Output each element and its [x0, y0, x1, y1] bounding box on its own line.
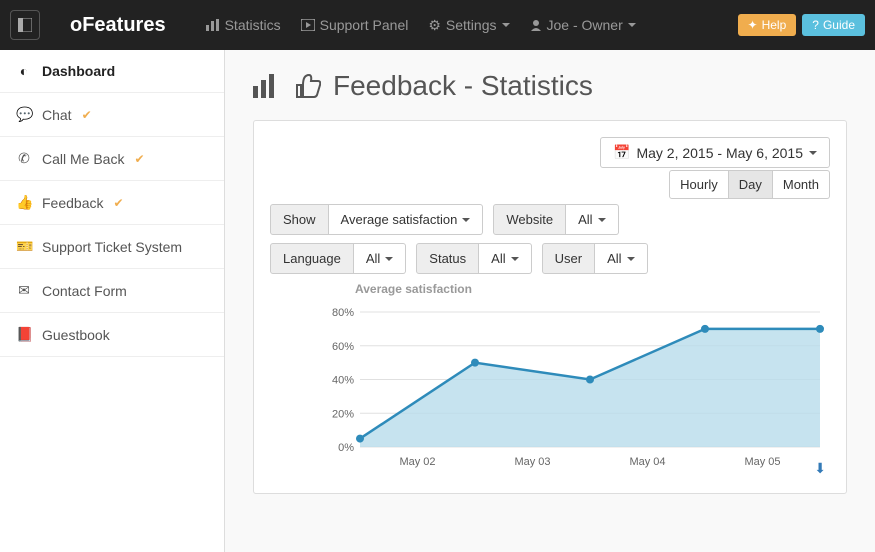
sidebar-item-dashboard[interactable]: ◐ Dashboard	[0, 50, 224, 93]
filter-row-2: Language All Status All User All	[270, 243, 830, 274]
filter-status-value[interactable]: All	[479, 243, 531, 274]
svg-text:20%: 20%	[332, 408, 354, 420]
sidebar-item-label: Contact Form	[42, 283, 127, 299]
svg-text:40%: 40%	[332, 375, 354, 387]
chat-icon: 💬	[16, 106, 32, 123]
help-button[interactable]: ✦Help	[738, 14, 797, 36]
svg-text:May 04: May 04	[629, 456, 665, 468]
calendar-icon: 📅	[613, 144, 630, 161]
ticket-icon: 🎫	[16, 238, 32, 255]
chart-title: Average satisfaction	[355, 282, 472, 296]
period-segmented: HourlyDayMonth	[669, 176, 830, 192]
filter-show-value[interactable]: Average satisfaction	[329, 204, 484, 235]
sidebar-item-contact-form[interactable]: ✉ Contact Form	[0, 269, 224, 313]
filter-status-label: Status	[416, 243, 479, 274]
date-range-picker[interactable]: 📅 May 2, 2015 - May 6, 2015	[600, 137, 830, 168]
thumbs-up-icon	[293, 73, 321, 99]
panel-toggle-button[interactable]	[10, 10, 40, 40]
download-icon[interactable]: ⬇	[814, 460, 826, 477]
filter-show-label: Show	[270, 204, 329, 235]
sidebar-item-feedback[interactable]: 👍 Feedback ✔	[0, 181, 224, 225]
sidebar-item-label: Chat	[42, 107, 72, 123]
svg-text:0%: 0%	[338, 442, 354, 454]
warning-badge-icon: ✔	[113, 196, 123, 210]
chevron-down-icon	[502, 23, 510, 27]
filter-user: User All	[542, 243, 648, 274]
chart-svg: 0% 20% 40% 60% 80% May 02 May 03 May 04 May 05	[320, 292, 830, 477]
nav-user-menu[interactable]: Joe - Owner	[530, 17, 636, 33]
top-navbar: oFeatures Statistics Support Panel ⚙ Set…	[0, 0, 875, 50]
filter-language: Language All	[270, 243, 406, 274]
filter-user-label: User	[542, 243, 595, 274]
lifebuoy-icon: ✦	[748, 18, 758, 32]
brand-text: oFeatures	[70, 14, 166, 37]
nav-support-panel[interactable]: Support Panel	[301, 17, 409, 33]
svg-text:60%: 60%	[332, 341, 354, 353]
chevron-down-icon	[628, 23, 636, 27]
nav-statistics[interactable]: Statistics	[206, 17, 281, 33]
sidebar-item-label: Feedback	[42, 195, 103, 211]
thumbs-up-icon: 👍	[16, 194, 32, 211]
filter-website-value[interactable]: All	[566, 204, 618, 235]
play-square-icon	[301, 19, 315, 31]
brand-logo[interactable]: oFeatures	[70, 14, 166, 37]
main-content: Feedback - Statistics 📅 May 2, 2015 - Ma…	[225, 50, 875, 552]
page-title-text: Feedback - Statistics	[333, 70, 593, 102]
svg-text:May 05: May 05	[744, 456, 780, 468]
dashboard-icon: ◐	[16, 63, 32, 79]
warning-badge-icon: ✔	[82, 108, 92, 122]
sidebar-item-chat[interactable]: 💬 Chat ✔	[0, 93, 224, 137]
period-day[interactable]: Day	[729, 170, 773, 199]
stats-panel: 📅 May 2, 2015 - May 6, 2015 HourlyDayMon…	[253, 120, 847, 494]
chevron-down-icon	[627, 257, 635, 261]
period-hourly[interactable]: Hourly	[669, 170, 729, 199]
filter-user-value[interactable]: All	[595, 243, 647, 274]
bar-chart-icon	[206, 19, 220, 31]
book-icon: 📕	[16, 326, 32, 343]
chevron-down-icon	[809, 151, 817, 155]
chart-container: Average satisfaction 0% 20% 40% 60% 80% May 0…	[270, 282, 830, 477]
svg-text:80%: 80%	[332, 307, 354, 319]
top-nav-links: Statistics Support Panel ⚙ Settings Joe …	[206, 17, 738, 34]
svg-text:May 03: May 03	[514, 456, 550, 468]
filter-language-label: Language	[270, 243, 354, 274]
svg-text:May 02: May 02	[399, 456, 435, 468]
chevron-down-icon	[598, 218, 606, 222]
phone-icon: ✆	[16, 150, 32, 167]
sidebar-item-label: Support Ticket System	[42, 239, 182, 255]
filter-status: Status All	[416, 243, 531, 274]
guide-button[interactable]: ?Guide	[802, 14, 865, 36]
top-nav-right: ✦Help ?Guide	[738, 14, 865, 36]
filter-language-value[interactable]: All	[354, 243, 406, 274]
filter-website: Website All	[493, 204, 618, 235]
sidebar-item-label: Guestbook	[42, 327, 110, 343]
user-icon	[530, 19, 542, 31]
filter-website-label: Website	[493, 204, 566, 235]
chevron-down-icon	[385, 257, 393, 261]
sidebar-item-label: Call Me Back	[42, 151, 124, 167]
nav-settings[interactable]: ⚙ Settings	[428, 17, 509, 34]
chevron-down-icon	[462, 218, 470, 222]
sidebar: ◐ Dashboard 💬 Chat ✔ ✆ Call Me Back ✔ 👍 …	[0, 50, 225, 552]
bar-chart-icon	[253, 74, 281, 98]
gear-icon: ⚙	[428, 17, 441, 34]
filter-row-1: Show Average satisfaction Website All	[270, 204, 830, 235]
question-icon: ?	[812, 18, 819, 32]
envelope-icon: ✉	[16, 282, 32, 299]
date-range-text: May 2, 2015 - May 6, 2015	[636, 145, 803, 161]
filter-show: Show Average satisfaction	[270, 204, 483, 235]
sidebar-item-label: Dashboard	[42, 63, 115, 79]
page-title: Feedback - Statistics	[253, 70, 847, 102]
period-month[interactable]: Month	[773, 170, 830, 199]
sidebar-item-callmeback[interactable]: ✆ Call Me Back ✔	[0, 137, 224, 181]
sidebar-item-tickets[interactable]: 🎫 Support Ticket System	[0, 225, 224, 269]
sidebar-item-guestbook[interactable]: 📕 Guestbook	[0, 313, 224, 357]
warning-badge-icon: ✔	[134, 152, 144, 166]
chevron-down-icon	[511, 257, 519, 261]
